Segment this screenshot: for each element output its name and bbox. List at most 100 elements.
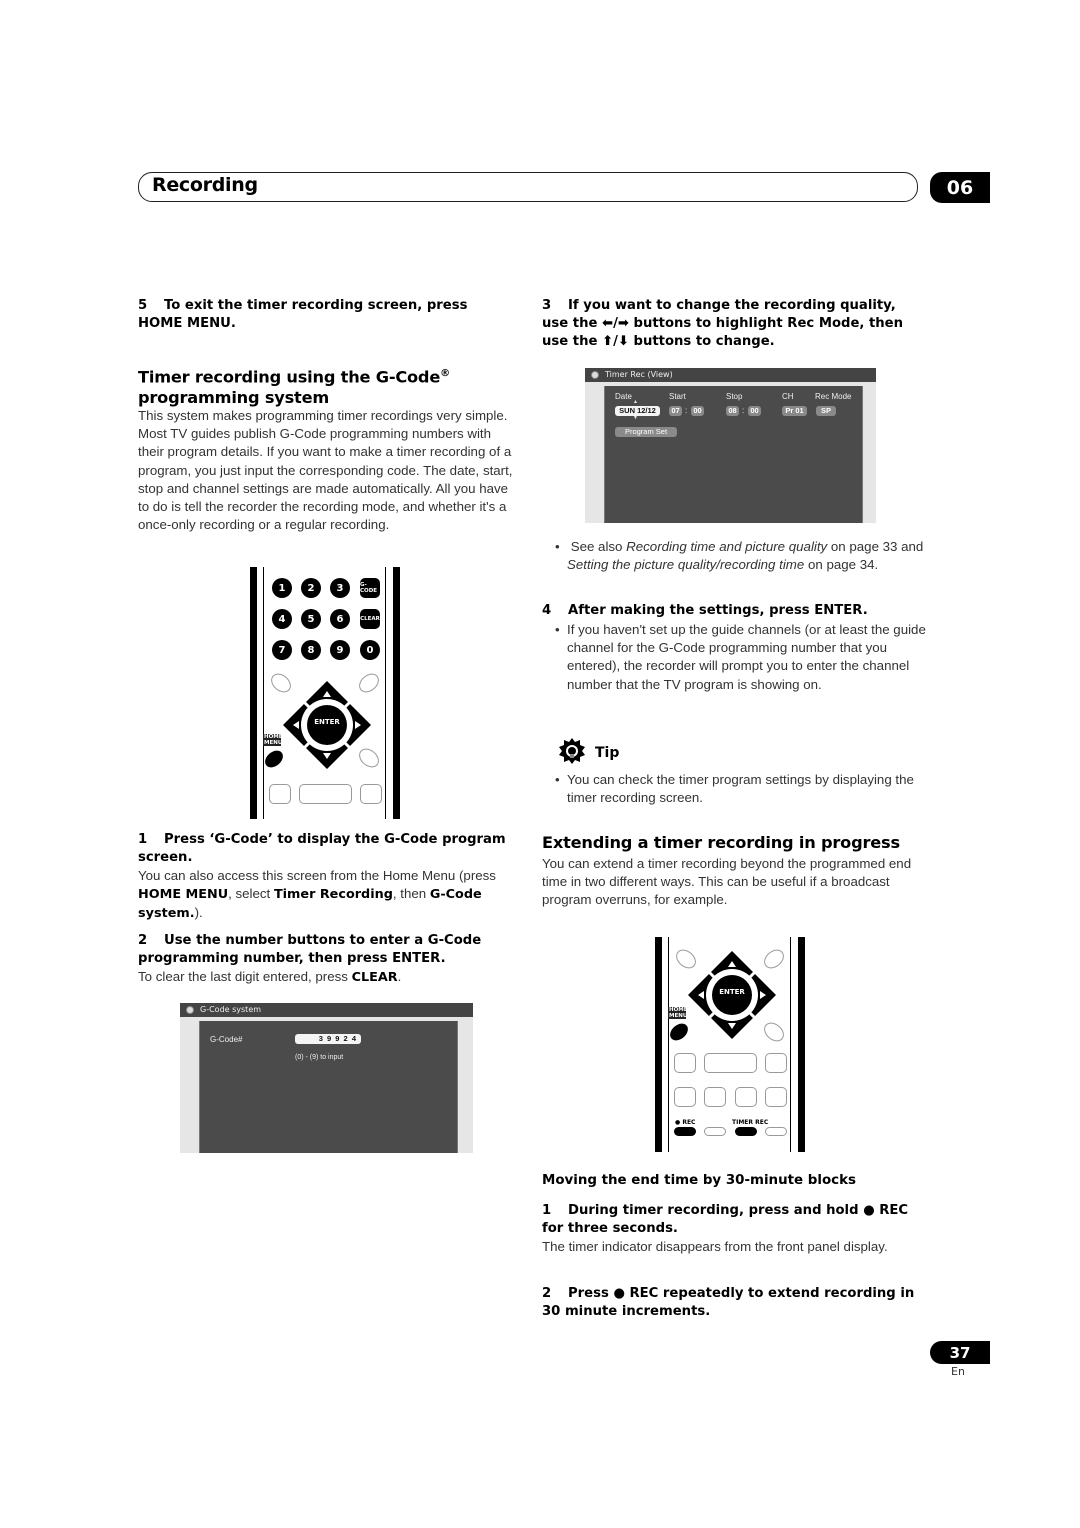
bold-text: CLEAR: [351, 970, 398, 985]
text: on page 34.: [804, 557, 879, 573]
step-number: 4: [542, 603, 552, 618]
text: on page 33 and: [827, 539, 924, 554]
remote-button-clear: CLEAR: [360, 609, 380, 629]
stop-minute-field[interactable]: 00: [748, 406, 761, 416]
step-2: 2 Use the number buttons to enter a G-Cod…: [138, 932, 518, 968]
text: To clear the last digit entered, press: [138, 969, 352, 984]
screen-panel: G-Code# 3 9 9 2 4 (0) - (9) to input: [199, 1021, 458, 1153]
remote-square-button: [269, 784, 291, 804]
bold-text: HOME MENU: [138, 887, 229, 903]
remote-square-button: [704, 1087, 726, 1107]
remote-inner-edge-right: [790, 937, 791, 1152]
gcode-field-label: G-Code#: [210, 1035, 243, 1044]
see-also-bullet: See also Recording time and picture qual…: [555, 538, 933, 574]
step-text: Press ● REC repeatedly to extend recordi…: [542, 1286, 915, 1319]
home-menu-label: HOME MENU: [668, 1007, 688, 1019]
step-text: buttons to change.: [628, 334, 775, 349]
gcode-system-screen: G-Code system G-Code# 3 9 9 2 4 (0) - (9…: [180, 1003, 473, 1153]
sub-step-2: 2 Press ● REC repeatedly to extend record…: [542, 1285, 922, 1321]
remote-button-0: 0: [360, 640, 380, 660]
remote-button-3: 3: [330, 578, 350, 598]
registered-mark: ®: [440, 368, 450, 379]
tip-bullet: You can check the timer program settings…: [555, 771, 933, 807]
bold-text: Timer Recording: [273, 887, 393, 903]
up-arrow-icon: ▲: [633, 399, 638, 405]
step-1-body: You can also access this screen from the…: [138, 867, 518, 924]
remote-square-button: [674, 1053, 696, 1073]
timer-rec-label: TIMER REC: [732, 1119, 769, 1126]
sub-step-1: 1 During timer recording, press and hold …: [542, 1202, 922, 1238]
colon: :: [685, 406, 688, 415]
heading-line2: programming system: [138, 388, 330, 408]
remote-control-illustration: 1 2 3 G-CODE 4 5 6 CLEAR 7 8 9 0 ENTER H…: [248, 567, 402, 819]
chapter-number: 06: [946, 176, 974, 199]
timer-rec-button: [735, 1127, 757, 1136]
reference-link: Recording time and picture quality: [626, 539, 828, 554]
remote-square-button: [360, 784, 382, 804]
remote-inner-edge-left: [668, 937, 669, 1152]
remote-button-6: 6: [330, 609, 350, 629]
home-menu-label: HOME MENU: [263, 734, 283, 746]
column-ch: CH: [782, 392, 794, 401]
step-text: Press ‘G-Code’ to display the G-Code pro…: [138, 832, 506, 865]
column-stop: Stop: [726, 392, 743, 401]
step-number: 1: [138, 832, 148, 847]
rec-mode-field[interactable]: SP: [816, 406, 836, 416]
remote-edge-right: [798, 937, 805, 1152]
step-number: 2: [138, 933, 148, 948]
column-date: Date: [615, 392, 632, 401]
language-label: En: [951, 1365, 965, 1378]
screen-title: G-Code system: [200, 1005, 262, 1014]
remote-square-button: [765, 1053, 787, 1073]
reference-link: Setting the picture quality/recording ti…: [567, 557, 805, 573]
remote-wide-button: [704, 1053, 757, 1073]
step-number: 2: [542, 1286, 552, 1301]
program-set-button[interactable]: Program Set: [615, 427, 677, 437]
text: You can also access this screen from the…: [138, 868, 496, 883]
start-hour-field[interactable]: 07: [669, 406, 682, 416]
start-minute-field[interactable]: 00: [691, 406, 704, 416]
gcode-intro-paragraph: This system makes programming timer reco…: [138, 408, 513, 533]
step-number: 5: [138, 298, 148, 313]
remote-wide-button: [299, 784, 352, 804]
enter-label: ENTER: [719, 988, 745, 996]
tip-label: Tip: [595, 745, 620, 761]
step-5: 5 To exit the timer recording screen, pre…: [138, 297, 513, 333]
step-4: 4 After making the settings, press ENTER.: [542, 602, 922, 620]
section-heading-gcode: Timer recording using the G-Code® progra…: [138, 363, 518, 408]
remote-button-9: 9: [330, 640, 350, 660]
step-text: During timer recording, press and hold ●…: [542, 1203, 909, 1236]
page-number: 37: [949, 1343, 971, 1362]
sub-step-1-body: The timer indicator disappears from the …: [542, 1239, 888, 1254]
gcode-input-field[interactable]: 3 9 9 2 4: [295, 1034, 361, 1044]
remote-square-button: [735, 1087, 757, 1107]
remote-button-gcode: G-CODE: [360, 578, 380, 598]
down-arrow-icon: ▼: [633, 415, 638, 421]
up-down-arrows-icon: ⬆/⬇: [602, 334, 629, 349]
heading-line1: Timer recording using the G-Code: [138, 367, 441, 387]
remote-square-button: [674, 1087, 696, 1107]
column-start: Start: [669, 392, 686, 401]
remote-inner-edge-right: [385, 567, 386, 819]
step-number: 3: [542, 298, 552, 313]
remote-button-5: 5: [301, 609, 321, 629]
tip-lightbulb-icon: [559, 738, 585, 764]
step-number: 1: [542, 1203, 552, 1218]
screen-title-bar: Timer Rec (View): [585, 368, 876, 382]
remote-inner-edge-left: [263, 567, 264, 819]
remote-small-button: [765, 1127, 787, 1136]
screen-title-bar: G-Code system: [180, 1003, 473, 1017]
step-text: Use the number buttons to enter a G-Code…: [138, 933, 482, 966]
rec-button: [674, 1127, 696, 1136]
remote-button-2: 2: [301, 578, 321, 598]
text: See also: [570, 539, 627, 554]
stop-hour-field[interactable]: 08: [726, 406, 739, 416]
page-number-tab: 37: [930, 1341, 990, 1364]
step-2-body: To clear the last digit entered, press C…: [138, 968, 518, 987]
remote-edge-left: [250, 567, 257, 819]
remote-square-button: [765, 1087, 787, 1107]
screen-panel: Date Start Stop CH Rec Mode ▲ SUN 12/12 …: [604, 386, 863, 523]
subheading-30-minute-blocks: Moving the end time by 30-minute blocks: [542, 1173, 856, 1188]
channel-field[interactable]: Pr 01: [782, 406, 807, 416]
input-hint: (0) - (9) to input: [295, 1054, 344, 1061]
